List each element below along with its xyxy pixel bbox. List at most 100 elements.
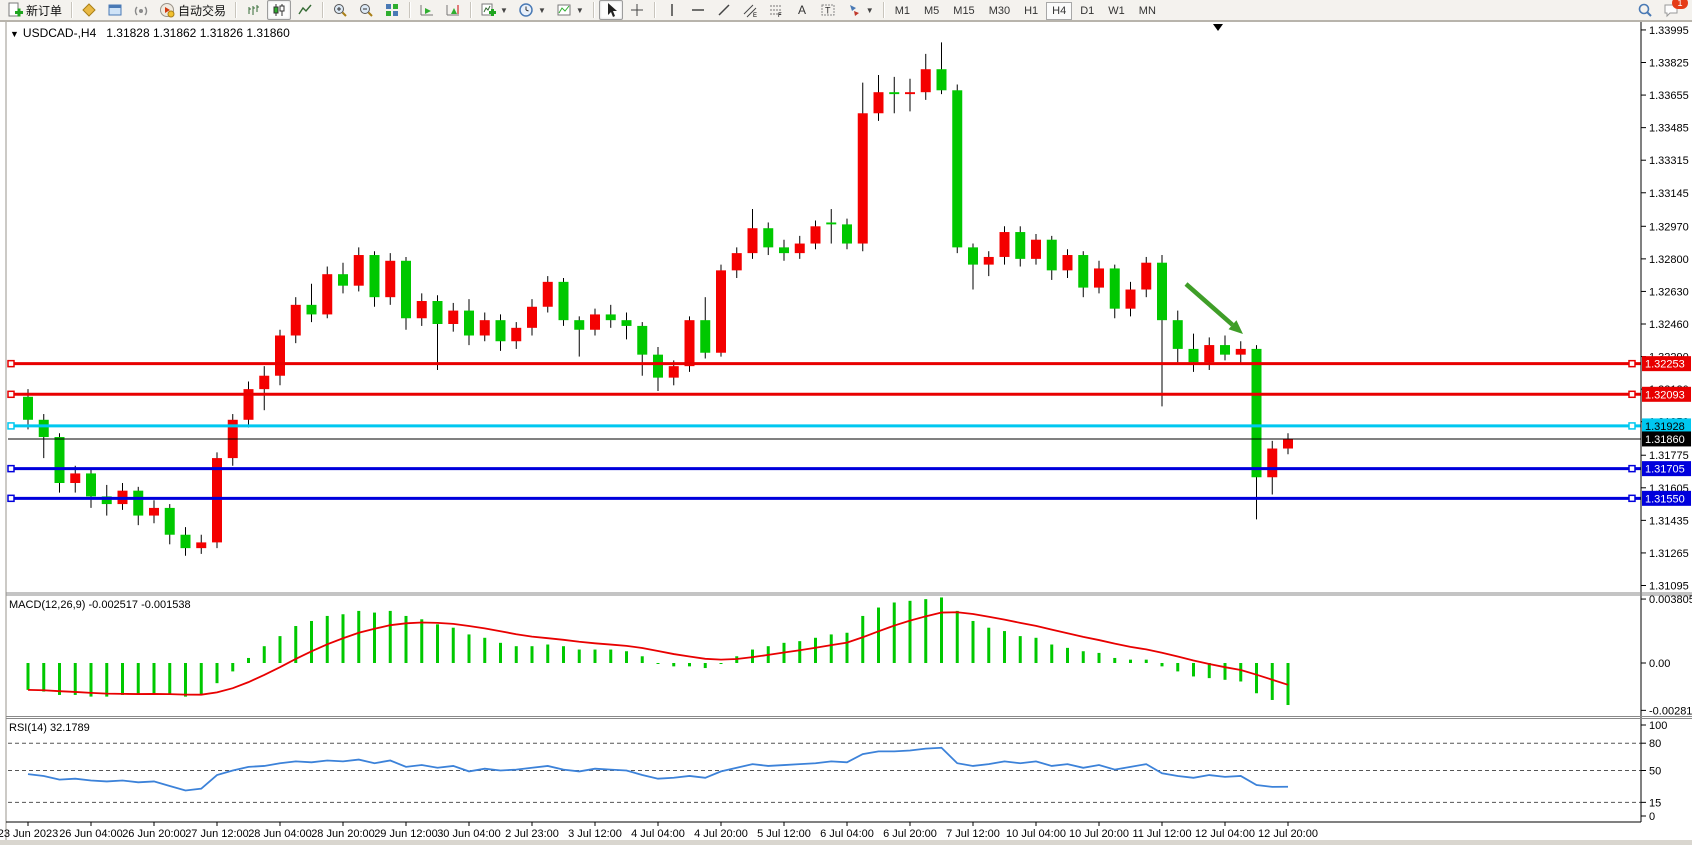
toolbar-separator bbox=[235, 2, 236, 18]
line-handle[interactable] bbox=[8, 495, 14, 501]
candle-body bbox=[165, 508, 175, 535]
macd-histogram-bar bbox=[247, 658, 250, 663]
line-handle[interactable] bbox=[1629, 361, 1635, 367]
candle-body bbox=[181, 535, 191, 548]
candle-body bbox=[385, 261, 395, 297]
time-axis-label: 26 Jun 04:00 bbox=[59, 828, 123, 840]
macd-axis-label: 0.00 bbox=[1649, 658, 1670, 670]
timeframe-button-H1[interactable]: H1 bbox=[1018, 2, 1044, 20]
dropdown-arrow-icon: ▼ bbox=[500, 6, 508, 15]
candlestick-mode-button[interactable] bbox=[267, 0, 291, 20]
line-handle[interactable] bbox=[8, 466, 14, 472]
fibonacci-tool-button[interactable]: F bbox=[764, 0, 788, 20]
line-handle[interactable] bbox=[8, 423, 14, 429]
macd-histogram-bar bbox=[1239, 663, 1242, 681]
time-axis-label: 28 Jun 20:00 bbox=[311, 828, 375, 840]
price-tag-text: 1.31705 bbox=[1645, 464, 1685, 476]
macd-histogram-bar bbox=[924, 599, 927, 663]
chat-button[interactable]: 1 bbox=[1659, 0, 1683, 20]
auto-scroll-button[interactable] bbox=[415, 0, 439, 20]
macd-axis-label: 0.003805 bbox=[1649, 594, 1692, 606]
line-handle[interactable] bbox=[1629, 423, 1635, 429]
terminal-icon bbox=[107, 2, 123, 18]
arrow-object[interactable] bbox=[1186, 284, 1243, 334]
chart-title: ▼USDCAD-,H41.31828 1.31862 1.31826 1.318… bbox=[10, 26, 290, 40]
candle-body bbox=[354, 255, 364, 286]
periods-button[interactable]: ▼ bbox=[514, 0, 550, 20]
macd-histogram-bar bbox=[1271, 663, 1274, 700]
macd-histogram-bar bbox=[279, 636, 282, 663]
timeframe-button-W1[interactable]: W1 bbox=[1102, 2, 1131, 20]
line-handle[interactable] bbox=[8, 391, 14, 397]
line-handle[interactable] bbox=[1629, 391, 1635, 397]
search-icon bbox=[1637, 2, 1653, 18]
candle-body bbox=[1236, 349, 1246, 355]
macd-histogram-bar bbox=[1129, 660, 1132, 663]
bar-chart-mode-button[interactable] bbox=[241, 0, 265, 20]
tile-windows-icon bbox=[384, 2, 400, 18]
macd-histogram-bar bbox=[515, 646, 518, 663]
timeframe-button-D1[interactable]: D1 bbox=[1074, 2, 1100, 20]
market-watch-button[interactable] bbox=[77, 0, 101, 20]
line-handle[interactable] bbox=[1629, 466, 1635, 472]
candle-body bbox=[606, 314, 616, 320]
horizontal-line-tool-button[interactable] bbox=[686, 0, 710, 20]
candle-body bbox=[779, 247, 789, 253]
macd-histogram-bar bbox=[27, 663, 30, 690]
chart-shift-marker[interactable] bbox=[1213, 24, 1223, 31]
timeframe-button-M15[interactable]: M15 bbox=[947, 2, 980, 20]
line-handle[interactable] bbox=[1629, 495, 1635, 501]
cursor-tool-button[interactable] bbox=[599, 0, 623, 20]
terminal-button[interactable] bbox=[103, 0, 127, 20]
time-axis-label: 7 Jul 12:00 bbox=[946, 828, 1000, 840]
candle-body bbox=[889, 92, 899, 94]
candle-body bbox=[291, 305, 301, 336]
macd-histogram-bar bbox=[594, 650, 597, 663]
vertical-line-icon bbox=[664, 2, 680, 18]
text-label-tool-button[interactable]: T bbox=[816, 0, 840, 20]
signals-icon bbox=[133, 2, 149, 18]
macd-histogram-bar bbox=[625, 651, 628, 663]
tile-windows-button[interactable] bbox=[380, 0, 404, 20]
timeframe-button-M1[interactable]: M1 bbox=[889, 2, 916, 20]
candle-body bbox=[968, 247, 978, 264]
signals-button[interactable] bbox=[129, 0, 153, 20]
text-tool-button[interactable]: A bbox=[790, 0, 814, 20]
price-tag-text: 1.31550 bbox=[1645, 493, 1685, 505]
candle-body bbox=[795, 244, 805, 254]
auto-trading-button[interactable]: 自动交易 bbox=[155, 0, 230, 20]
macd-histogram-bar bbox=[814, 638, 817, 663]
new-order-button[interactable]: 新订单 bbox=[3, 0, 66, 20]
candle-body bbox=[748, 228, 758, 253]
timeframe-button-M30[interactable]: M30 bbox=[983, 2, 1016, 20]
macd-histogram-bar bbox=[940, 597, 943, 663]
macd-histogram-bar bbox=[1145, 660, 1148, 663]
svg-text:A: A bbox=[798, 3, 806, 17]
collapse-arrow-icon[interactable]: ▼ bbox=[10, 29, 19, 39]
macd-histogram-bar bbox=[58, 663, 61, 695]
svg-text:E: E bbox=[753, 13, 757, 18]
timeframe-button-H4[interactable]: H4 bbox=[1046, 2, 1072, 20]
time-axis-label: 30 Jun 04:00 bbox=[437, 828, 501, 840]
templates-button[interactable]: ▼ bbox=[552, 0, 588, 20]
crosshair-tool-button[interactable] bbox=[625, 0, 649, 20]
new-chart-button[interactable]: ▼ bbox=[476, 0, 512, 20]
search-button[interactable] bbox=[1633, 0, 1657, 20]
line-chart-mode-button[interactable] bbox=[293, 0, 317, 20]
line-handle[interactable] bbox=[8, 361, 14, 367]
trendline-tool-button[interactable] bbox=[712, 0, 736, 20]
candles-layer bbox=[23, 42, 1293, 555]
vertical-line-tool-button[interactable] bbox=[660, 0, 684, 20]
arrows-tool-button[interactable]: ▼ bbox=[842, 0, 878, 20]
candle-body bbox=[149, 508, 159, 516]
zoom-out-button[interactable] bbox=[354, 0, 378, 20]
zoom-in-button[interactable] bbox=[328, 0, 352, 20]
macd-layer bbox=[27, 597, 1290, 705]
candle-body bbox=[732, 253, 742, 270]
timeframe-button-MN[interactable]: MN bbox=[1133, 2, 1162, 20]
channel-tool-button[interactable]: E bbox=[738, 0, 762, 20]
arrow-shaft bbox=[1186, 284, 1232, 325]
chart-shift-button[interactable] bbox=[441, 0, 465, 20]
macd-histogram-bar bbox=[420, 619, 423, 663]
timeframe-button-M5[interactable]: M5 bbox=[918, 2, 945, 20]
